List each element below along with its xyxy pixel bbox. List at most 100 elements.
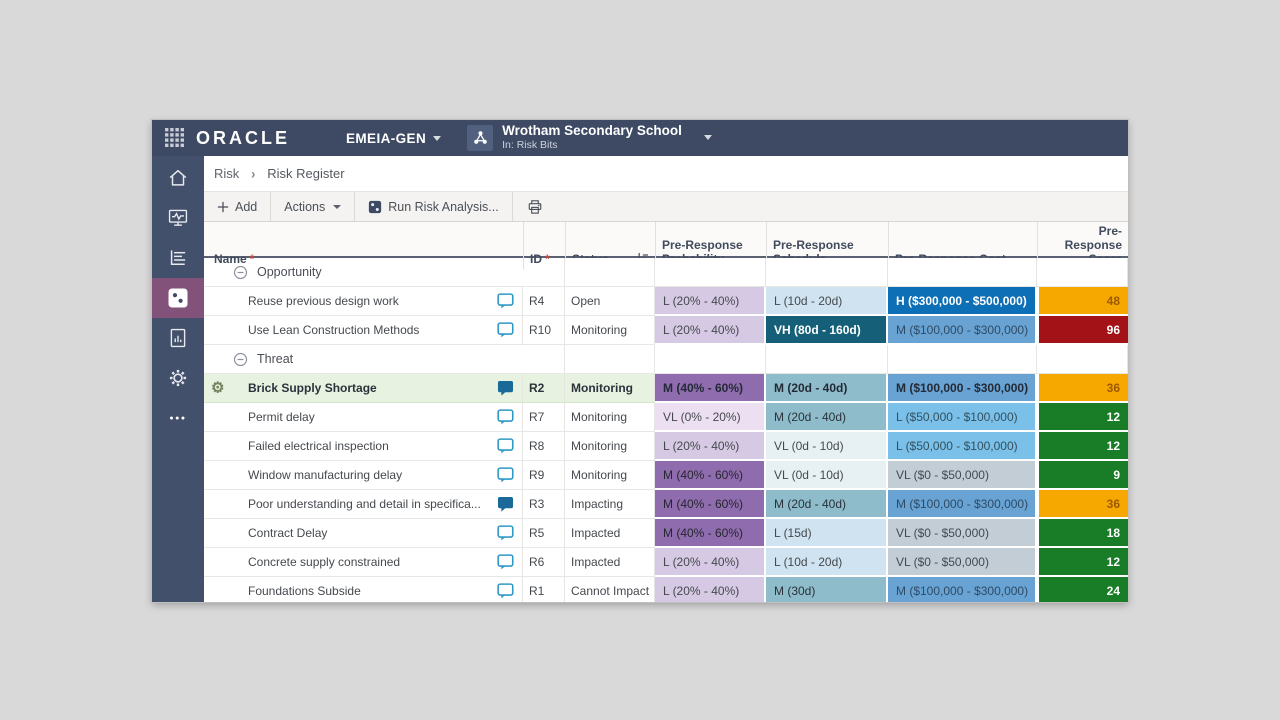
comment-bubble-icon[interactable]: [497, 380, 514, 396]
pre-response-score-cell[interactable]: 12: [1037, 548, 1128, 577]
pre-response-score-cell[interactable]: 48: [1037, 287, 1128, 316]
risk-name-cell[interactable]: Use Lean Construction Methods: [204, 316, 523, 345]
risk-id-cell[interactable]: R9: [523, 461, 565, 490]
risk-status-cell[interactable]: Cannot Impact: [565, 577, 655, 602]
risk-name-cell[interactable]: Failed electrical inspection: [204, 432, 523, 461]
pre-response-schedule-cell[interactable]: M (20d - 40d): [766, 403, 888, 432]
risk-status-cell[interactable]: Monitoring: [565, 432, 655, 461]
comment-bubble-icon[interactable]: [497, 409, 514, 425]
risk-row-r9[interactable]: Window manufacturing delayR9MonitoringM …: [204, 461, 1128, 490]
pre-response-cost-cell[interactable]: M ($100,000 - $300,000): [888, 374, 1037, 403]
pre-response-probability-cell[interactable]: L (20% - 40%): [655, 287, 766, 316]
pre-response-score-cell[interactable]: 24: [1037, 577, 1128, 602]
row-gear-icon[interactable]: ⚙: [211, 381, 224, 396]
pre-response-score-cell[interactable]: 12: [1037, 403, 1128, 432]
pre-response-score-cell[interactable]: 18: [1037, 519, 1128, 548]
comment-bubble-icon[interactable]: [497, 438, 514, 454]
collapse-minus-icon[interactable]: [233, 265, 248, 280]
comment-bubble-icon[interactable]: [497, 525, 514, 541]
project-context-selector[interactable]: Wrotham Secondary School In: Risk Bits: [467, 124, 712, 151]
risk-row-r4[interactable]: Reuse previous design workR4OpenL (20% -…: [204, 287, 1128, 316]
print-button[interactable]: [513, 192, 557, 221]
risk-status-cell[interactable]: Impacted: [565, 519, 655, 548]
risk-status-cell[interactable]: Monitoring: [565, 316, 655, 345]
pre-response-cost-cell[interactable]: L ($50,000 - $100,000): [888, 403, 1037, 432]
pre-response-cost-cell[interactable]: VL ($0 - $50,000): [888, 519, 1037, 548]
risk-name-cell[interactable]: Contract Delay: [204, 519, 523, 548]
comment-bubble-icon[interactable]: [497, 293, 514, 309]
risk-id-cell[interactable]: R3: [523, 490, 565, 519]
risk-status-cell[interactable]: Open: [565, 287, 655, 316]
comment-bubble-icon[interactable]: [497, 467, 514, 483]
collapse-minus-icon[interactable]: [233, 352, 248, 367]
risk-row-r1[interactable]: Foundations SubsideR1Cannot ImpactL (20%…: [204, 577, 1128, 602]
pre-response-probability-cell[interactable]: M (40% - 60%): [655, 374, 766, 403]
pre-response-schedule-cell[interactable]: M (20d - 40d): [766, 490, 888, 519]
actions-menu-button[interactable]: Actions: [271, 192, 354, 221]
risk-row-r6[interactable]: Concrete supply constrainedR6ImpactedL (…: [204, 548, 1128, 577]
run-risk-analysis-button[interactable]: Run Risk Analysis...: [355, 192, 511, 221]
risk-name-cell[interactable]: Window manufacturing delay: [204, 461, 523, 490]
sidebar-item-settings-gear[interactable]: [152, 358, 204, 398]
pre-response-schedule-cell[interactable]: VH (80d - 160d): [766, 316, 888, 345]
pre-response-cost-cell[interactable]: H ($300,000 - $500,000): [888, 287, 1037, 316]
pre-response-score-cell[interactable]: 36: [1037, 374, 1128, 403]
risk-row-r5[interactable]: Contract DelayR5ImpactedM (40% - 60%)L (…: [204, 519, 1128, 548]
risk-id-cell[interactable]: R4: [523, 287, 565, 316]
pre-response-probability-cell[interactable]: VL (0% - 20%): [655, 403, 766, 432]
pre-response-probability-cell[interactable]: L (20% - 40%): [655, 548, 766, 577]
risk-row-r2[interactable]: ⚙Brick Supply ShortageR2MonitoringM (40%…: [204, 374, 1128, 403]
app-launcher-grid-icon[interactable]: [164, 127, 186, 149]
risk-id-cell[interactable]: R6: [523, 548, 565, 577]
risk-name-cell[interactable]: Foundations Subside: [204, 577, 523, 602]
workspace-selector[interactable]: EMEIA-GEN: [346, 131, 441, 146]
pre-response-cost-cell[interactable]: VL ($0 - $50,000): [888, 461, 1037, 490]
pre-response-probability-cell[interactable]: M (40% - 60%): [655, 519, 766, 548]
pre-response-probability-cell[interactable]: L (20% - 40%): [655, 316, 766, 345]
sidebar-item-report-chart[interactable]: [152, 318, 204, 358]
breadcrumb-risk[interactable]: Risk: [214, 166, 239, 181]
risk-row-r8[interactable]: Failed electrical inspectionR8Monitoring…: [204, 432, 1128, 461]
risk-id-cell[interactable]: R10: [523, 316, 565, 345]
group-toggle[interactable]: Opportunity: [204, 258, 565, 287]
pre-response-schedule-cell[interactable]: L (15d): [766, 519, 888, 548]
pre-response-score-cell[interactable]: 9: [1037, 461, 1128, 490]
comment-bubble-icon[interactable]: [497, 322, 514, 338]
comment-bubble-icon[interactable]: [497, 554, 514, 570]
comment-bubble-icon[interactable]: [497, 496, 514, 512]
pre-response-probability-cell[interactable]: L (20% - 40%): [655, 577, 766, 602]
pre-response-cost-cell[interactable]: M ($100,000 - $300,000): [888, 490, 1037, 519]
pre-response-schedule-cell[interactable]: M (20d - 40d): [766, 374, 888, 403]
pre-response-schedule-cell[interactable]: L (10d - 20d): [766, 287, 888, 316]
pre-response-schedule-cell[interactable]: M (30d): [766, 577, 888, 602]
pre-response-cost-cell[interactable]: M ($100,000 - $300,000): [888, 316, 1037, 345]
risk-name-cell[interactable]: Permit delay: [204, 403, 523, 432]
risk-row-r7[interactable]: Permit delayR7MonitoringVL (0% - 20%)M (…: [204, 403, 1128, 432]
pre-response-probability-cell[interactable]: M (40% - 60%): [655, 490, 766, 519]
risk-name-cell[interactable]: Poor understanding and detail in specifi…: [204, 490, 523, 519]
pre-response-score-cell[interactable]: 12: [1037, 432, 1128, 461]
sidebar-item-risk-dice[interactable]: [152, 278, 204, 318]
risk-id-cell[interactable]: R5: [523, 519, 565, 548]
pre-response-probability-cell[interactable]: M (40% - 60%): [655, 461, 766, 490]
risk-status-cell[interactable]: Impacting: [565, 490, 655, 519]
pre-response-cost-cell[interactable]: VL ($0 - $50,000): [888, 548, 1037, 577]
pre-response-schedule-cell[interactable]: VL (0d - 10d): [766, 432, 888, 461]
group-row-threat[interactable]: Threat: [204, 345, 1128, 374]
sidebar-item-activity-monitor[interactable]: [152, 198, 204, 238]
risk-row-r10[interactable]: Use Lean Construction MethodsR10Monitori…: [204, 316, 1128, 345]
pre-response-score-cell[interactable]: 96: [1037, 316, 1128, 345]
risk-id-cell[interactable]: R7: [523, 403, 565, 432]
risk-name-cell[interactable]: Reuse previous design work: [204, 287, 523, 316]
comment-bubble-icon[interactable]: [497, 583, 514, 599]
group-toggle[interactable]: Threat: [204, 345, 565, 374]
pre-response-cost-cell[interactable]: M ($100,000 - $300,000): [888, 577, 1037, 602]
sidebar-item-more-ellipsis[interactable]: ●●●: [152, 398, 204, 438]
risk-id-cell[interactable]: R8: [523, 432, 565, 461]
pre-response-cost-cell[interactable]: L ($50,000 - $100,000): [888, 432, 1037, 461]
add-button[interactable]: Add: [204, 192, 270, 221]
sidebar-item-wbs-list[interactable]: [152, 238, 204, 278]
risk-id-cell[interactable]: R1: [523, 577, 565, 602]
pre-response-schedule-cell[interactable]: L (10d - 20d): [766, 548, 888, 577]
sidebar-item-home[interactable]: [152, 158, 204, 198]
